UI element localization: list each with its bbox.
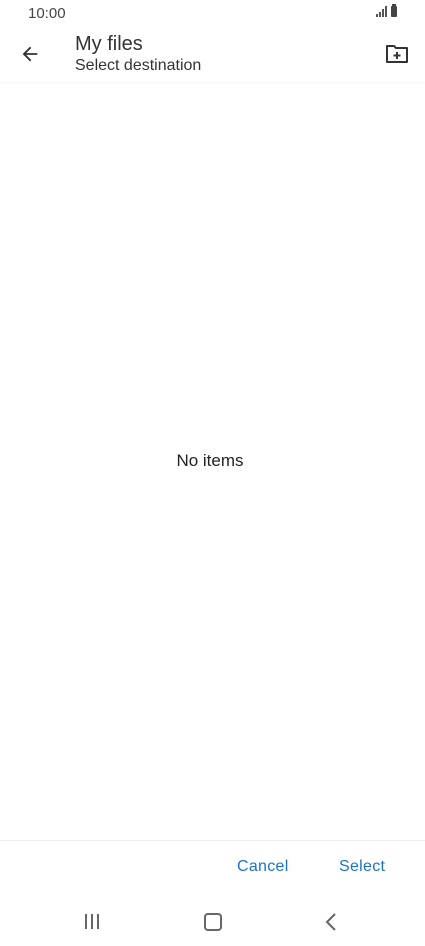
status-bar: 10:00 [0, 0, 425, 26]
empty-message: No items [176, 451, 244, 470]
title-block: My files Select destination [75, 32, 201, 76]
page-title: My files [75, 33, 143, 55]
back-arrow-icon [22, 46, 38, 62]
new-folder-button[interactable] [381, 38, 413, 70]
recent-apps-icon[interactable] [85, 914, 99, 929]
bottom-actions: Cancel Select [0, 840, 425, 895]
app-bar: My files Select destination [0, 26, 425, 82]
select-button[interactable]: Select [339, 858, 385, 876]
status-icons [376, 4, 397, 17]
home-icon[interactable] [204, 913, 222, 931]
battery-icon [391, 4, 397, 17]
back-button[interactable] [14, 38, 46, 70]
page-subtitle: Select destination [75, 57, 202, 74]
back-icon[interactable] [324, 912, 338, 937]
nav-bar [0, 900, 425, 946]
status-time: 10:00 [28, 5, 66, 22]
new-folder-icon [386, 45, 408, 63]
cancel-button[interactable]: Cancel [237, 858, 289, 876]
signal-icon [376, 6, 387, 17]
